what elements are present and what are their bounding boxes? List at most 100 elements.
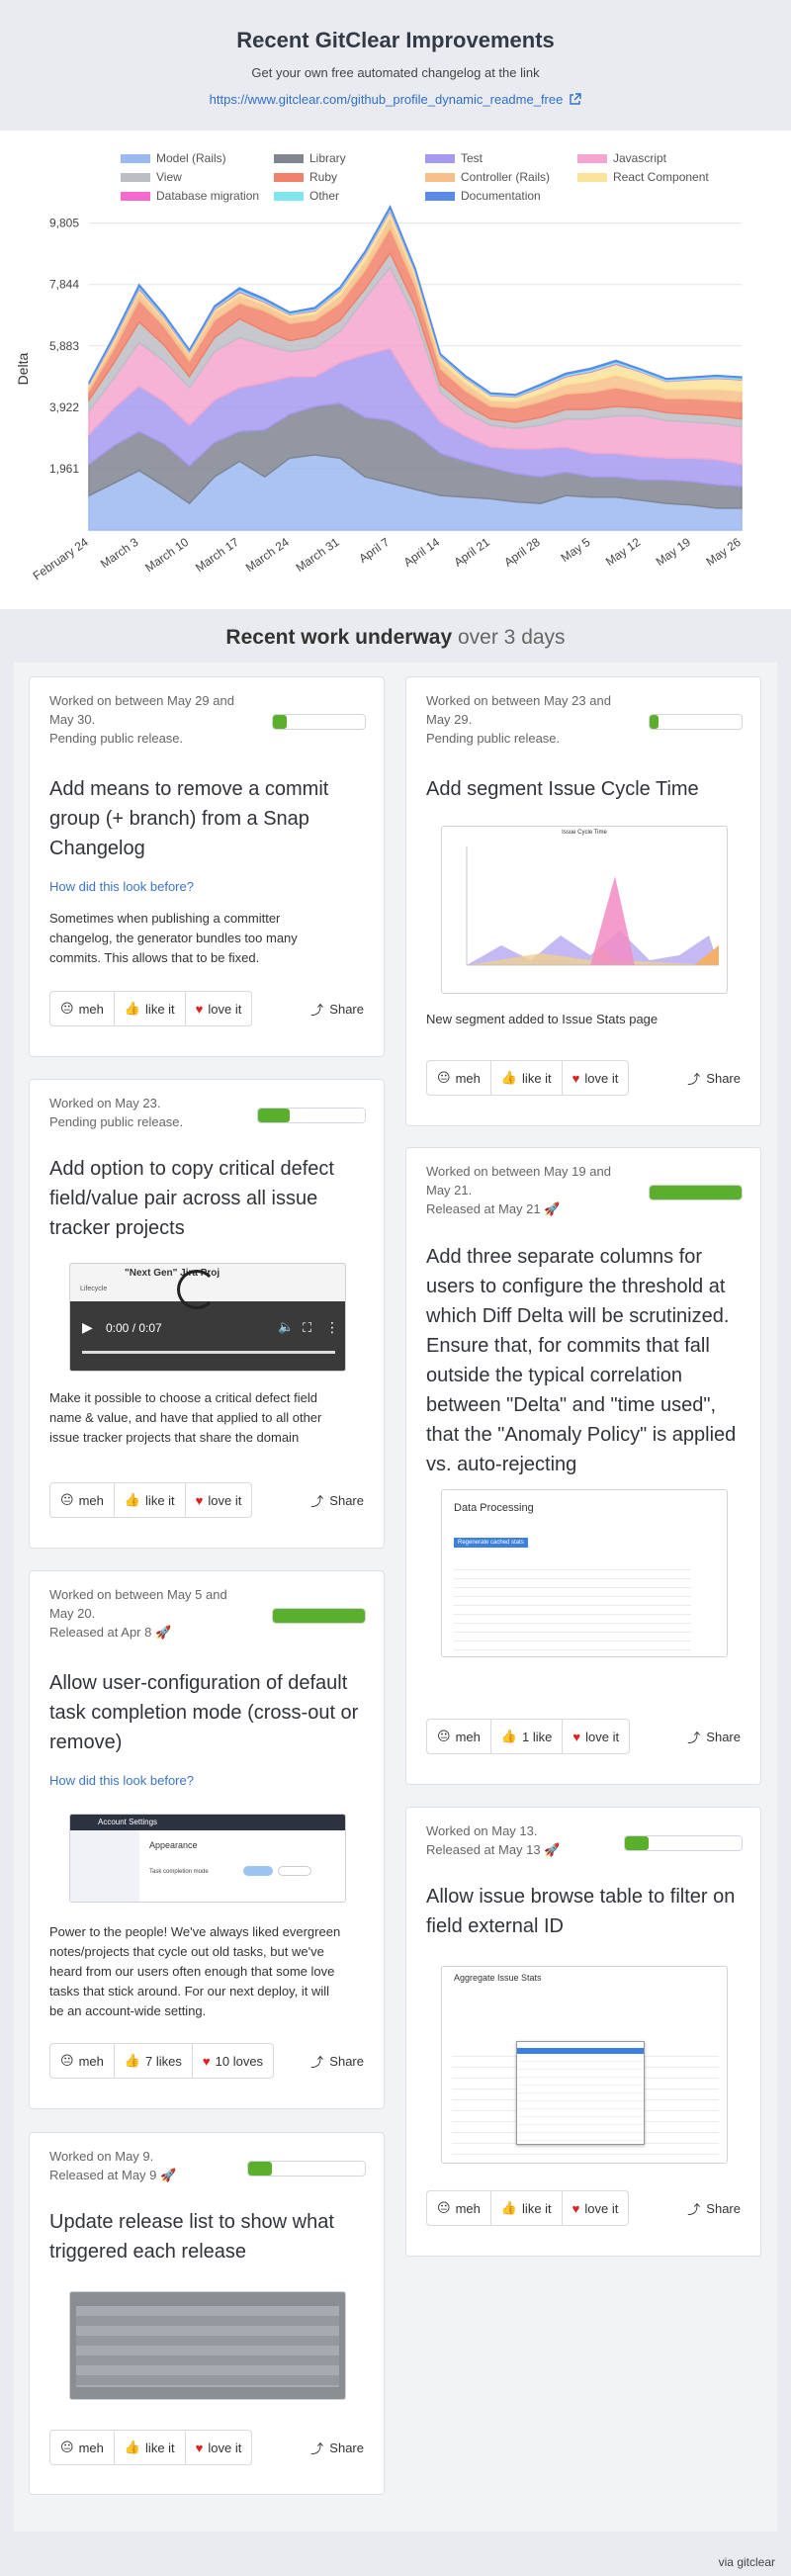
- card: Worked on between May 5 and May 20. Relea…: [29, 1570, 385, 2109]
- screenshot-image: Issue Cycle Time: [441, 826, 728, 994]
- progress-fill: [625, 1836, 649, 1850]
- thumbs-up-icon: 👍: [124, 1492, 141, 1507]
- meh-icon: 😐: [60, 1492, 74, 1507]
- thumbs-up-icon: 👍: [124, 2440, 141, 2454]
- meh-button[interactable]: 😐 meh: [50, 992, 115, 1025]
- card: Worked on May 9. Released at May 9 🚀 Upd…: [29, 2132, 385, 2495]
- love-button[interactable]: ♥ love it: [186, 992, 252, 1025]
- love-button[interactable]: ♥ 10 loves: [193, 2044, 273, 2078]
- y-axis-label: Delta: [15, 352, 31, 385]
- share-button[interactable]: ⤴ Share: [687, 1060, 741, 1096]
- share-icon: ⤴: [310, 2054, 324, 2070]
- video-player[interactable]: "Next Gen" Jira Proj Lifecycle ▶ 0:00 / …: [69, 1263, 346, 1372]
- thumbs-up-icon: 👍: [124, 1001, 141, 1016]
- share-icon: ⤴: [687, 2201, 701, 2217]
- love-button[interactable]: ♥ love it: [186, 2431, 252, 2464]
- heart-icon: ♥: [202, 2053, 211, 2069]
- y-tick-label: 3,922: [49, 400, 79, 414]
- like-button[interactable]: 👍 like it: [115, 1483, 186, 1517]
- y-tick-label: 7,844: [49, 278, 79, 292]
- like-button[interactable]: 👍 like it: [115, 992, 186, 1025]
- progress-fill: [650, 715, 659, 729]
- like-button[interactable]: 👍 1 like: [491, 1720, 564, 1753]
- card-meta: Worked on between May 5 and May 20. Relea…: [49, 1587, 227, 1640]
- share-button[interactable]: ⤴ Share: [310, 1482, 364, 1518]
- love-button[interactable]: ♥ love it: [186, 1483, 252, 1517]
- card-meta: Worked on between May 29 and May 30. Pen…: [49, 693, 234, 746]
- progress-bar: [247, 2161, 366, 2176]
- meh-button[interactable]: 😐 meh: [427, 2191, 491, 2225]
- reaction-group: 😐 meh 👍 1 like ♥ love it: [426, 1719, 631, 1754]
- rocket-icon: 🚀: [160, 2168, 177, 2182]
- card: Worked on between May 23 and May 29. Pendi…: [405, 676, 761, 1126]
- love-button[interactable]: ♥ love it: [563, 2191, 629, 2225]
- x-tick-label: May 19: [654, 535, 694, 569]
- share-icon: ⤴: [310, 2441, 324, 2456]
- how-before-link[interactable]: How did this look before?: [49, 1773, 194, 1788]
- screenshot-image: Account Settings Appearance Task complet…: [69, 1814, 346, 1903]
- card-meta: Worked on May 23. Pending public release.: [49, 1096, 184, 1129]
- card-title: Allow user-configuration of default task …: [49, 1672, 359, 1753]
- like-button[interactable]: 👍 like it: [491, 1061, 563, 1095]
- card: Worked on between May 29 and May 30. Pen…: [29, 676, 385, 1057]
- like-button[interactable]: 👍 like it: [115, 2431, 186, 2464]
- card-title: Add option to copy critical defect field/…: [49, 1158, 334, 1239]
- heart-icon: ♥: [572, 1729, 581, 1744]
- share-button[interactable]: ⤴ Share: [687, 1719, 741, 1754]
- love-button[interactable]: ♥ love it: [563, 1720, 629, 1753]
- heart-icon: ♥: [571, 2200, 580, 2216]
- external-link-icon: [570, 93, 582, 105]
- meh-icon: 😐: [437, 1729, 451, 1743]
- share-button[interactable]: ⤴ Share: [310, 2430, 364, 2465]
- y-tick-label: 9,805: [49, 217, 79, 230]
- progress-bar: [272, 714, 366, 730]
- progress-fill: [258, 1109, 291, 1122]
- meh-button[interactable]: 😐 meh: [427, 1720, 491, 1753]
- page-title: Recent GitClear Improvements: [236, 28, 555, 52]
- play-icon[interactable]: ▶: [82, 1319, 93, 1336]
- share-button[interactable]: ⤴ Share: [310, 991, 364, 1026]
- screenshot-image: [69, 2291, 346, 2400]
- screenshot-image: Aggregate Issue Stats: [441, 1966, 728, 2164]
- x-tick-label: May 12: [603, 535, 644, 569]
- meh-button[interactable]: 😐 meh: [50, 1483, 115, 1517]
- heart-icon: ♥: [195, 1001, 204, 1017]
- x-tick-label: March 10: [142, 535, 191, 575]
- x-tick-label: February 24: [31, 535, 91, 583]
- card-title: Add segment Issue Cycle Time: [426, 778, 699, 800]
- card-title: Allow issue browse table to filter on fie…: [426, 1886, 736, 1937]
- rocket-icon: 🚀: [544, 1842, 561, 1857]
- card-description: Sometimes when publishing a committer cha…: [49, 911, 298, 965]
- meh-button[interactable]: 😐 meh: [50, 2044, 115, 2078]
- like-button[interactable]: 👍 like it: [491, 2191, 563, 2225]
- like-button[interactable]: 👍 7 likes: [115, 2044, 193, 2078]
- share-button[interactable]: ⤴ Share: [687, 2190, 741, 2226]
- progress-bar: [257, 1108, 366, 1123]
- header: Recent GitClear Improvements Get your ow…: [0, 0, 791, 131]
- changelog-link-text[interactable]: https://www.gitclear.com/github_profile_…: [210, 92, 564, 107]
- card-title: Update release list to show what triggere…: [49, 2211, 334, 2263]
- meh-icon: 😐: [437, 1070, 451, 1085]
- thumbs-up-icon: 👍: [500, 2200, 518, 2215]
- meh-icon: 😐: [60, 2053, 74, 2068]
- x-tick-label: March 31: [294, 535, 342, 575]
- reaction-group: 😐 meh 👍 7 likes ♥ 10 loves: [49, 2043, 275, 2079]
- progress-bar: [649, 1185, 743, 1200]
- section-title: Recent work underway over 3 days: [0, 626, 791, 650]
- progress-fill: [650, 1186, 742, 1199]
- changelog-link[interactable]: https://www.gitclear.com/github_profile_…: [210, 92, 582, 107]
- volume-icon[interactable]: 🔈: [278, 1319, 294, 1335]
- card-meta: Worked on May 9. Released at May 9 🚀: [49, 2149, 177, 2182]
- fullscreen-icon[interactable]: ⛶: [303, 1320, 311, 1336]
- share-button[interactable]: ⤴ Share: [310, 2043, 364, 2079]
- more-options-icon[interactable]: ⋮: [325, 1319, 339, 1336]
- how-before-link[interactable]: How did this look before?: [49, 879, 194, 894]
- meh-button[interactable]: 😐 meh: [50, 2431, 115, 2464]
- x-tick-label: May 5: [559, 535, 593, 565]
- section-title-light: over 3 days: [458, 626, 566, 649]
- meh-icon: 😐: [60, 2440, 74, 2454]
- rocket-icon: 🚀: [544, 1201, 561, 1216]
- meh-button[interactable]: 😐 meh: [427, 1061, 491, 1095]
- love-button[interactable]: ♥ love it: [563, 1061, 629, 1095]
- card-meta: Worked on between May 23 and May 29. Pendi…: [426, 693, 611, 746]
